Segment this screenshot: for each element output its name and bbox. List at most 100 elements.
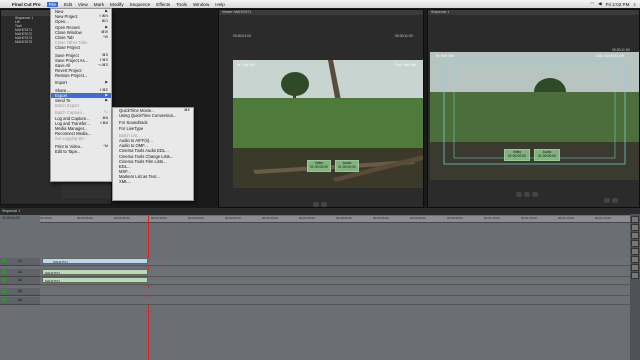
canvas-in-label: In: Not Set bbox=[436, 54, 454, 58]
file-menu-item-set-logging-bin: Set Logging Bin bbox=[51, 136, 111, 141]
viewer-video-tc: 01:00:00:00 bbox=[310, 165, 328, 169]
canvas-audio-tc: 01:00:00:00 bbox=[538, 154, 556, 158]
wifi-icon[interactable]: ◠ bbox=[590, 1, 594, 7]
timeline-tab[interactable]: Sequence 1 bbox=[0, 208, 640, 215]
export-submenu: QuickTime Movie... ⌘E Using QuickTime Conv… bbox=[112, 107, 194, 201]
viewer-play-button[interactable] bbox=[313, 202, 319, 207]
track-audible-toggle[interactable] bbox=[2, 278, 7, 282]
ruler-tick: 00:01:05:00 bbox=[521, 216, 537, 220]
ripple-tool-icon[interactable] bbox=[631, 240, 639, 247]
track-header-a2[interactable]: A2 bbox=[0, 277, 40, 285]
ruler-tick: 00:01:15:00 bbox=[595, 216, 611, 220]
canvas-prev-button[interactable] bbox=[516, 192, 522, 197]
track-visibility-toggle[interactable] bbox=[2, 259, 7, 263]
clip-label: MAH07671 bbox=[53, 260, 69, 264]
ruler-tick: 00:00:55:00 bbox=[447, 216, 463, 220]
viewer-video-tc-box: Video 01:00:00:00 bbox=[307, 160, 331, 172]
track-id-label: A3 bbox=[18, 289, 23, 293]
viewer-stop-button[interactable] bbox=[321, 202, 327, 207]
menu-edit[interactable]: Edit bbox=[64, 2, 72, 7]
file-menu-item-edit-to-tape[interactable]: Edit to Tape... bbox=[51, 149, 111, 154]
file-menu-item-import[interactable]: Import ▶ bbox=[51, 80, 111, 85]
menu-sequence[interactable]: Sequence bbox=[130, 2, 151, 7]
viewer-audio-tc: 01:00:00:00 bbox=[338, 165, 356, 169]
track-lane-a3[interactable] bbox=[40, 288, 630, 296]
track-header-a4[interactable]: A4 bbox=[0, 297, 40, 305]
track-lane-a2[interactable]: MAH07671 bbox=[40, 277, 630, 285]
track-lane-v1[interactable]: MAH07671 bbox=[40, 258, 630, 266]
track-header-a1[interactable]: A1 bbox=[0, 269, 40, 277]
menu-view[interactable]: View bbox=[78, 2, 88, 7]
menu-mark[interactable]: Mark bbox=[94, 2, 104, 7]
audio-clip[interactable]: MAH07671 bbox=[42, 269, 148, 275]
canvas-audio-tc-box: Audio 01:00:00:00 bbox=[534, 149, 560, 161]
timeline-tab-label[interactable]: Sequence 1 bbox=[2, 209, 20, 213]
spotlight-icon[interactable]: ⌕ bbox=[633, 2, 636, 7]
zoom-tool-icon[interactable] bbox=[631, 264, 639, 271]
canvas-play-button[interactable] bbox=[524, 192, 530, 197]
menu-effects[interactable]: Effects bbox=[156, 2, 170, 7]
ruler-tick: 00:00:30:00 bbox=[262, 216, 278, 220]
track-audible-toggle[interactable] bbox=[2, 298, 7, 302]
canvas-window: Sequence 1 00:00:11:00 In: Not Set Out: … bbox=[427, 9, 640, 208]
file-menu: New ▶ New Project ⇧⌘N Open... ⌘O Open Recent ▶ C… bbox=[50, 8, 112, 182]
track-header-v1[interactable]: V1 bbox=[0, 258, 40, 266]
roll-tool-icon[interactable] bbox=[631, 248, 639, 255]
menu-window[interactable]: Window bbox=[193, 2, 209, 7]
viewer-timecode-right[interactable]: 00:00:11:03 bbox=[395, 34, 413, 38]
menu-item-label: Batch Export bbox=[55, 103, 79, 109]
clip-label: MAH07671 bbox=[45, 279, 61, 283]
export-menu-item-for-livetype[interactable]: For LiveType bbox=[113, 126, 193, 131]
file-menu-item-close-project[interactable]: Close Project bbox=[51, 45, 111, 50]
viewer-out-label: Out: Not Set bbox=[395, 63, 416, 67]
timeline-ruler[interactable]: 01:00:00 00:00:05:00 00:00:10:00 00:00:1… bbox=[40, 216, 630, 223]
export-menu-item-xml[interactable]: XML... bbox=[113, 179, 193, 184]
canvas-next-button[interactable] bbox=[532, 192, 538, 197]
track-lane-a1[interactable]: MAH07671 bbox=[40, 269, 630, 277]
canvas-video-tc-box: Video 01:00:00:00 bbox=[504, 149, 530, 161]
razor-tool-icon[interactable] bbox=[631, 256, 639, 263]
ruler-tick: 00:00:15:00 bbox=[151, 216, 167, 220]
track-header-a3[interactable]: A3 bbox=[0, 288, 40, 296]
export-menu-item-using-quicktime-conversion[interactable]: Using QuickTime Conversion... bbox=[113, 113, 193, 118]
menu-file[interactable]: File bbox=[46, 1, 58, 7]
ruler-tick: 00:00:50:00 bbox=[410, 216, 426, 220]
track-id-label: A4 bbox=[18, 298, 23, 302]
menu-bar: Final Cut Pro File Edit View Mark Modify… bbox=[0, 0, 640, 8]
menubar-clock[interactable]: Fri 2:02 PM bbox=[606, 2, 630, 7]
track-audible-toggle[interactable] bbox=[2, 289, 7, 293]
video-clip[interactable]: MAH07671 bbox=[42, 258, 148, 264]
menu-modify[interactable]: Modify bbox=[110, 2, 124, 7]
menu-tools[interactable]: Tools bbox=[176, 2, 187, 7]
volume-icon[interactable]: ◀ bbox=[598, 1, 602, 7]
viewer-timecode-left[interactable]: 00:00:01:04 bbox=[233, 34, 251, 38]
track-lane-a4[interactable] bbox=[40, 297, 630, 305]
selection-tool-icon[interactable] bbox=[631, 216, 639, 223]
canvas-tab[interactable]: Sequence 1 bbox=[428, 10, 639, 15]
menu-item-label: Restore Project... bbox=[55, 73, 88, 79]
ruler-tick: 00:00:10:00 bbox=[114, 216, 130, 220]
hand-tool-icon[interactable] bbox=[631, 272, 639, 279]
menu-item-label: Import bbox=[55, 80, 67, 86]
file-menu-item-restore-project[interactable]: Restore Project... bbox=[51, 73, 111, 78]
viewer-tab[interactable]: Viewer: MAH07671 bbox=[219, 10, 423, 15]
edit-selection-tool-icon[interactable] bbox=[631, 224, 639, 231]
ruler-tick: 00:00:20:00 bbox=[188, 216, 204, 220]
ruler-tick: 00:01:00:00 bbox=[484, 216, 500, 220]
viewer-window: Viewer: MAH07671 00:00:01:04 00:00:11:03… bbox=[218, 9, 424, 208]
menu-item-shortcut: ▶ bbox=[105, 80, 108, 85]
menu-help[interactable]: Help bbox=[215, 2, 224, 7]
menu-item-label: XML... bbox=[119, 179, 132, 185]
track-audible-toggle[interactable] bbox=[2, 270, 7, 274]
tool-palette bbox=[630, 214, 640, 360]
canvas-overwrite-button[interactable] bbox=[604, 198, 610, 203]
app-menu[interactable]: Final Cut Pro bbox=[12, 2, 41, 7]
menu-item-label: For LiveType bbox=[119, 125, 144, 131]
ruler-tick: 00:01:10:00 bbox=[558, 216, 574, 220]
track-select-tool-icon[interactable] bbox=[631, 232, 639, 239]
timeline-timecode[interactable]: 01:00:11:00 bbox=[2, 216, 20, 220]
track-id-label: A1 bbox=[18, 270, 23, 274]
track-id-label: V1 bbox=[18, 259, 23, 263]
canvas-insert-button[interactable] bbox=[612, 198, 618, 203]
audio-clip[interactable]: MAH07671 bbox=[42, 277, 148, 283]
